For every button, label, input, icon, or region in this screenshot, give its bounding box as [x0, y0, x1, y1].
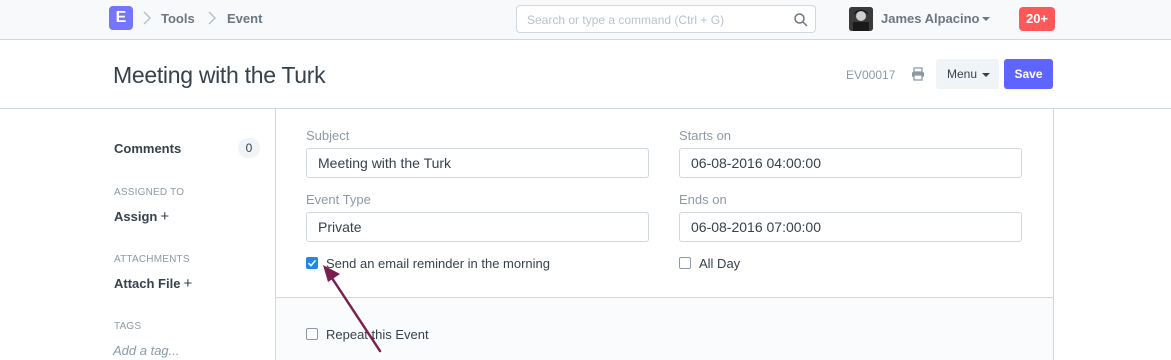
starts-on-label: Starts on — [679, 128, 732, 143]
attachments-heading: ATTACHMENTS — [114, 254, 190, 265]
search-icon[interactable] — [793, 12, 809, 28]
caret-down-icon[interactable] — [982, 17, 990, 21]
print-icon[interactable] — [911, 67, 925, 81]
user-photo-icon — [849, 7, 873, 31]
search-placeholder: Search or type a command (Ctrl + G) — [527, 13, 725, 27]
page-title: Meeting with the Turk — [113, 62, 326, 88]
comments-count-badge: 0 — [238, 138, 260, 158]
breadcrumb-event[interactable]: Event — [227, 11, 262, 26]
menu-button-label: Menu — [947, 67, 978, 81]
comments-link[interactable]: Comments — [114, 141, 181, 156]
repeat-event-checkbox[interactable] — [306, 328, 318, 340]
subject-label: Subject — [306, 128, 350, 143]
assigned-to-heading: ASSIGNED TO — [114, 187, 185, 198]
document-id: EV00017 — [846, 68, 896, 82]
assign-button[interactable]: Assign + — [114, 208, 169, 225]
tags-heading: TAGS — [114, 321, 142, 332]
chevron-right-icon — [143, 11, 152, 25]
search-input[interactable]: Search or type a command (Ctrl + G) — [516, 5, 816, 33]
notification-badge[interactable]: 20+ — [1019, 7, 1055, 31]
ends-on-field[interactable]: 06-08-2016 07:00:00 — [679, 212, 1022, 242]
plus-icon: + — [183, 275, 193, 292]
avatar[interactable] — [849, 7, 873, 31]
all-day-checkbox[interactable] — [679, 257, 691, 269]
starts-on-field[interactable]: 06-08-2016 04:00:00 — [679, 148, 1022, 178]
attach-file-label: Attach File — [114, 276, 181, 291]
ends-on-label: Ends on — [679, 192, 727, 207]
event-type-label: Event Type — [306, 192, 371, 207]
add-tag-input[interactable]: Add a tag... — [113, 343, 180, 358]
app-logo[interactable]: E — [109, 6, 133, 30]
caret-down-icon — [982, 73, 990, 77]
subject-field[interactable]: Meeting with the Turk — [306, 148, 649, 178]
send-reminder-checkbox[interactable] — [306, 257, 318, 269]
event-type-select[interactable]: Private — [306, 212, 649, 242]
all-day-label[interactable]: All Day — [699, 256, 740, 271]
checkmark-icon — [307, 259, 317, 267]
menu-button[interactable]: Menu — [936, 59, 999, 89]
save-button[interactable]: Save — [1004, 59, 1053, 89]
annotation-arrow-icon — [323, 265, 382, 353]
assign-label: Assign — [114, 209, 158, 224]
user-menu[interactable]: James Alpacino — [881, 11, 980, 26]
chevron-right-icon — [208, 11, 217, 25]
plus-icon: + — [160, 208, 170, 225]
breadcrumb-tools[interactable]: Tools — [161, 11, 195, 26]
attach-file-button[interactable]: Attach File + — [114, 275, 192, 292]
page-head: Meeting with the Turk EV00017 Menu Save — [0, 40, 1171, 109]
top-navbar: E Tools Event Search or type a command (… — [0, 0, 1171, 40]
